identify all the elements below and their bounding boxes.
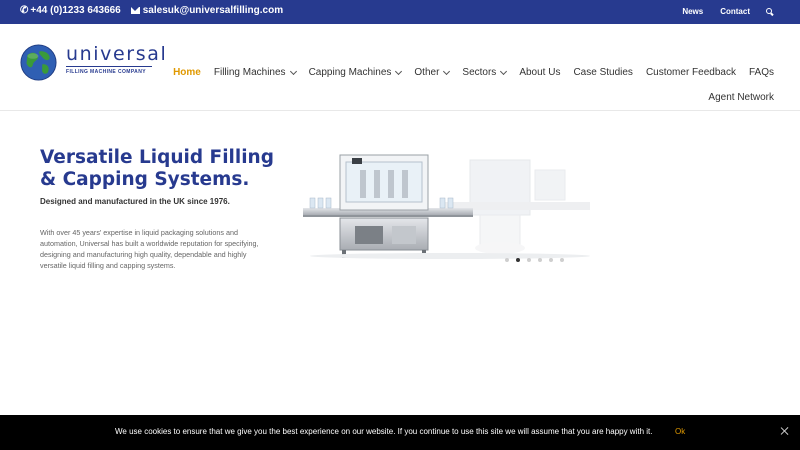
search-icon[interactable] <box>766 7 774 16</box>
cookie-ok-button[interactable]: Ok <box>675 427 685 436</box>
contact-link[interactable]: Contact <box>720 7 750 16</box>
top-links: News Contact <box>665 7 774 16</box>
nav-faqs[interactable]: FAQs <box>749 67 774 78</box>
machine-slider-image[interactable] <box>300 140 600 260</box>
logo-tagline: FILLING MACHINE COMPANY <box>66 69 146 75</box>
logo[interactable]: universal FILLING MACHINE COMPANY <box>20 43 166 84</box>
email-link[interactable]: salesuk@universalfilling.com <box>130 5 283 16</box>
top-bar: ✆ +44 (0)1233 643666 salesuk@universalfi… <box>0 0 800 24</box>
nav-other[interactable]: Other <box>414 67 451 78</box>
hero-subtitle: Designed and manufactured in the UK sinc… <box>40 197 230 206</box>
slider-dot-active[interactable] <box>516 258 520 262</box>
phone-number[interactable]: +44 (0)1233 643666 <box>30 5 120 16</box>
nav-capping-machines[interactable]: Capping Machines <box>309 67 403 78</box>
chevron-down-icon <box>395 67 403 75</box>
nav-about-us[interactable]: About Us <box>519 67 560 78</box>
chevron-down-icon <box>500 67 508 75</box>
main-nav: Home Filling Machines Capping Machines O… <box>160 67 774 78</box>
chevron-down-icon <box>443 67 451 75</box>
slider-dot[interactable] <box>538 258 542 262</box>
slider-dot[interactable] <box>560 258 564 262</box>
cookie-message: We use cookies to ensure that we give yo… <box>115 427 653 436</box>
chevron-down-icon <box>289 67 297 75</box>
close-icon[interactable] <box>780 426 790 436</box>
phone-icon: ✆ <box>20 5 29 16</box>
email-address[interactable]: salesuk@universalfilling.com <box>143 5 283 16</box>
slider-dot[interactable] <box>505 258 509 262</box>
nav-filling-machines[interactable]: Filling Machines <box>214 67 297 78</box>
nav-sectors[interactable]: Sectors <box>462 67 508 78</box>
site-header: universal FILLING MACHINE COMPANY Home F… <box>0 24 800 111</box>
nav-case-studies[interactable]: Case Studies <box>573 67 632 78</box>
slider-dot[interactable] <box>527 258 531 262</box>
logo-divider <box>66 66 152 67</box>
contact-info: ✆ +44 (0)1233 643666 salesuk@universalfi… <box>20 5 283 16</box>
nav-agent-network[interactable]: Agent Network <box>708 92 774 103</box>
slider-dots <box>505 258 571 262</box>
globe-icon <box>20 44 57 81</box>
news-link[interactable]: News <box>682 7 703 16</box>
nav-customer-feedback[interactable]: Customer Feedback <box>646 67 736 78</box>
slider-dot[interactable] <box>549 258 553 262</box>
hero-title: Versatile Liquid Filling & Capping Syste… <box>40 147 274 190</box>
hero-body: With over 45 years' expertise in liquid … <box>40 228 259 270</box>
mail-icon <box>130 7 140 14</box>
cookie-banner: We use cookies to ensure that we give yo… <box>0 415 800 450</box>
logo-wordmark: universal <box>66 43 168 65</box>
nav-home[interactable]: Home <box>173 67 201 78</box>
